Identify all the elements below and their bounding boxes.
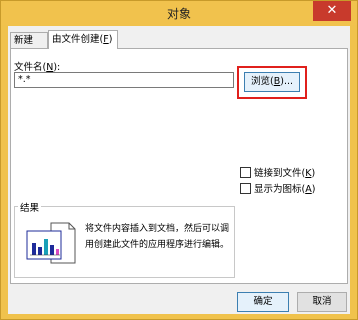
dialog-window: 对象 ✕ 新建(C) 由文件创建(F) 文件名(N): *.* 浏览(B)... [0,0,358,320]
display-as-icon-checkbox[interactable] [240,183,251,194]
ok-button[interactable]: 确定 [237,292,289,312]
link-to-file-end: ) [311,168,316,179]
browse-label: 浏览( [250,76,274,87]
tab-new[interactable]: 新建(C) [10,32,48,62]
browse-button[interactable]: 浏览(B)... [244,72,300,92]
filename-label: 文件名(N): [14,59,60,73]
display-as-icon-text: 显示为图标( [254,184,306,195]
tab-from-file[interactable]: 由文件创建(F) [48,30,118,49]
link-to-file-label[interactable]: 链接到文件(K) [254,165,315,179]
close-icon: ✕ [326,3,338,18]
close-button[interactable]: ✕ [313,1,351,21]
tab-panel: 文件名(N): *.* 浏览(B)... 链接到文件(K) 显示为图标(A) 结… [10,48,348,284]
link-to-file-text: 链接到文件( [254,168,306,179]
window-title: 对象 [166,7,191,21]
result-group-title: 结果 [18,200,42,214]
browse-label-end: )... [280,76,293,87]
title-bar[interactable]: 对象 ✕ [1,1,357,25]
display-as-icon-label[interactable]: 显示为图标(A) [254,181,315,195]
cancel-button[interactable]: 取消 [297,292,347,312]
display-as-icon-end: ) [311,184,316,195]
tab-from-file-label-end: ) [108,34,113,45]
filename-value: *.* [18,74,31,85]
result-line-2: 用创建此文件的应用程序进行编辑。 [85,240,230,250]
tab-from-file-label: 由文件创建( [52,34,104,45]
document-chart-icon [25,221,77,265]
link-to-file-checkbox[interactable] [240,167,251,178]
result-line-1: 将文件内容插入到文档，然后可以调 [85,224,230,234]
filename-input[interactable]: *.* [14,72,234,88]
dialog-client: 新建(C) 由文件创建(F) 文件名(N): *.* 浏览(B)... 链接到文… [8,26,350,314]
